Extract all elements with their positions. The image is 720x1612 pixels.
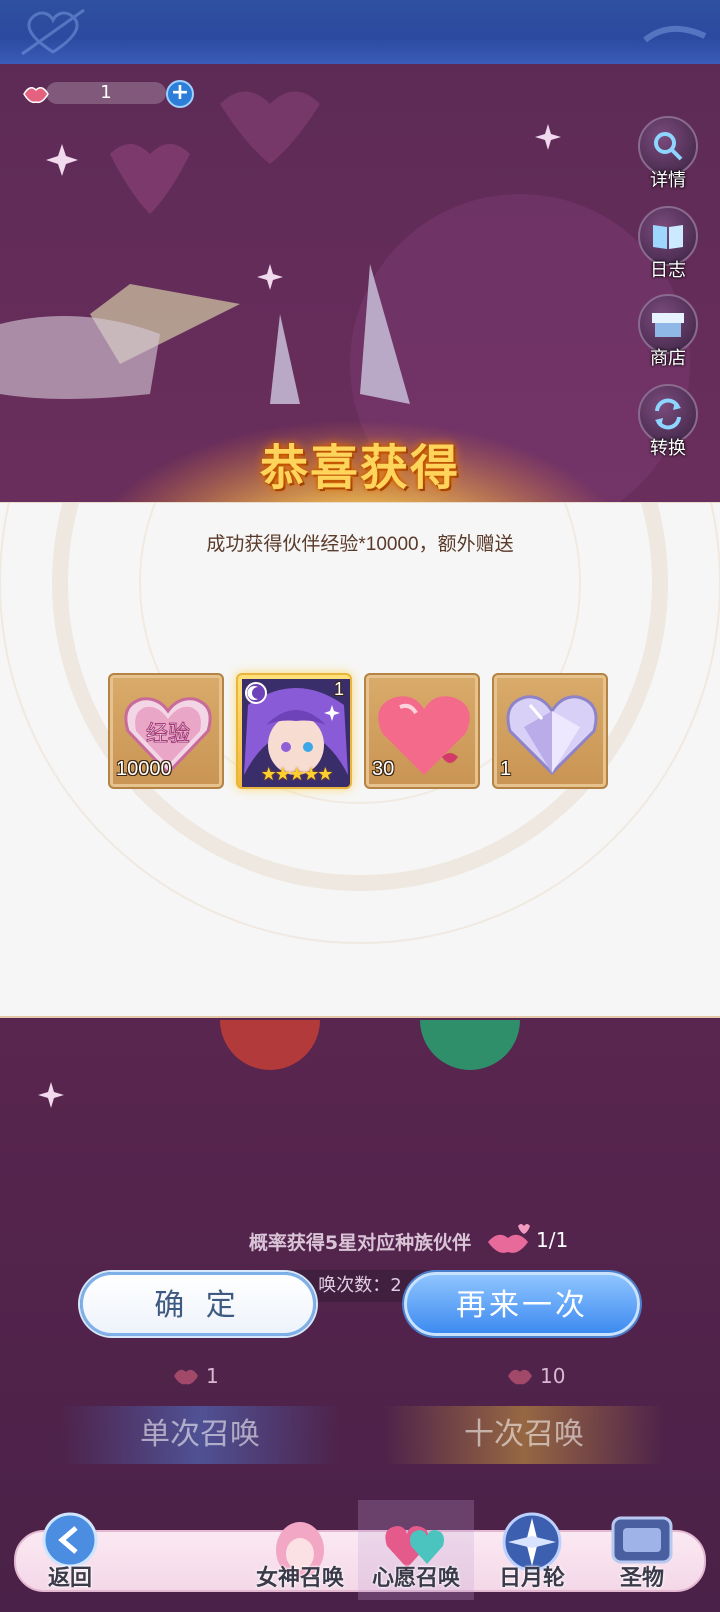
reward-count: 1 bbox=[500, 758, 512, 780]
single-summon-button[interactable]: 单次召唤 bbox=[60, 1406, 340, 1464]
summon-again-button[interactable]: 再来一次 bbox=[404, 1272, 640, 1336]
details-label: 详情 bbox=[650, 170, 686, 191]
ten-summon-cost: 10 bbox=[504, 1360, 584, 1394]
nav-wish-summon[interactable]: 心愿召唤 bbox=[358, 1500, 474, 1600]
reward-item-pink-heart[interactable]: 30 bbox=[364, 673, 480, 789]
nav-goddess-summon[interactable]: 女神召唤 bbox=[244, 1500, 356, 1600]
top-bar bbox=[0, 0, 720, 64]
ten-summon-button[interactable]: 十次召唤 bbox=[384, 1406, 664, 1464]
reward-panel: 成功获得伙伴经验*10000，额外赠送 经验 10000 1 ★★★★★ 30 … bbox=[0, 502, 720, 1018]
reward-description: 成功获得伙伴经验*10000，额外赠送 bbox=[206, 534, 514, 555]
sparkle-icon bbox=[38, 1082, 64, 1108]
svg-text:经验: 经验 bbox=[146, 722, 190, 747]
heart-arrow-icon bbox=[21, 8, 85, 56]
lips-gem-icon bbox=[508, 1369, 532, 1385]
details-button[interactable]: 详情 bbox=[636, 116, 700, 194]
lips-icon bbox=[488, 1224, 530, 1253]
kiss-count-value: 1/1 bbox=[536, 1228, 569, 1252]
reward-list: 经验 10000 1 ★★★★★ 30 1 bbox=[108, 673, 614, 793]
reward-item-crystal-heart[interactable]: 1 bbox=[492, 673, 608, 789]
element-orbs-decor bbox=[220, 1020, 520, 1070]
reward-count: 1 bbox=[333, 679, 344, 699]
single-summon-cost: 1 bbox=[170, 1360, 250, 1394]
nav-back-label: 返回 bbox=[47, 1566, 92, 1591]
reward-item-hero[interactable]: 1 ★★★★★ bbox=[236, 673, 352, 789]
single-cost-value: 1 bbox=[206, 1364, 219, 1388]
reward-count: 30 bbox=[372, 758, 395, 780]
nav-sun-moon-label: 日月轮 bbox=[498, 1566, 565, 1591]
nav-back[interactable]: 返回 bbox=[20, 1500, 120, 1600]
nav-sun-moon[interactable]: 日月轮 bbox=[476, 1500, 588, 1600]
confirm-button[interactable]: 确 定 bbox=[80, 1272, 316, 1336]
cloud-decor-icon bbox=[643, 25, 707, 43]
reward-item-exp[interactable]: 经验 10000 bbox=[108, 673, 224, 789]
kiss-counter: 1/1 bbox=[484, 1220, 594, 1260]
ten-cost-value: 10 bbox=[540, 1364, 566, 1388]
nav-relic[interactable]: 圣物 bbox=[592, 1500, 692, 1600]
dialog-title: 恭喜获得 bbox=[259, 440, 460, 496]
summon-info-text: 概率获得5星对应种族伙伴 bbox=[248, 1232, 472, 1254]
log-button[interactable]: 日志 bbox=[636, 206, 700, 284]
nav-goddess-label: 女神召唤 bbox=[255, 1566, 344, 1591]
lips-gem-icon bbox=[174, 1369, 198, 1385]
nav-relic-label: 圣物 bbox=[619, 1566, 664, 1591]
hero-star-rating: ★★★★★ bbox=[260, 764, 334, 785]
reward-count: 10000 bbox=[116, 758, 172, 780]
nav-wish-label: 心愿召唤 bbox=[371, 1566, 460, 1591]
log-label: 日志 bbox=[650, 260, 686, 281]
relic-chest-icon bbox=[611, 1516, 673, 1564]
